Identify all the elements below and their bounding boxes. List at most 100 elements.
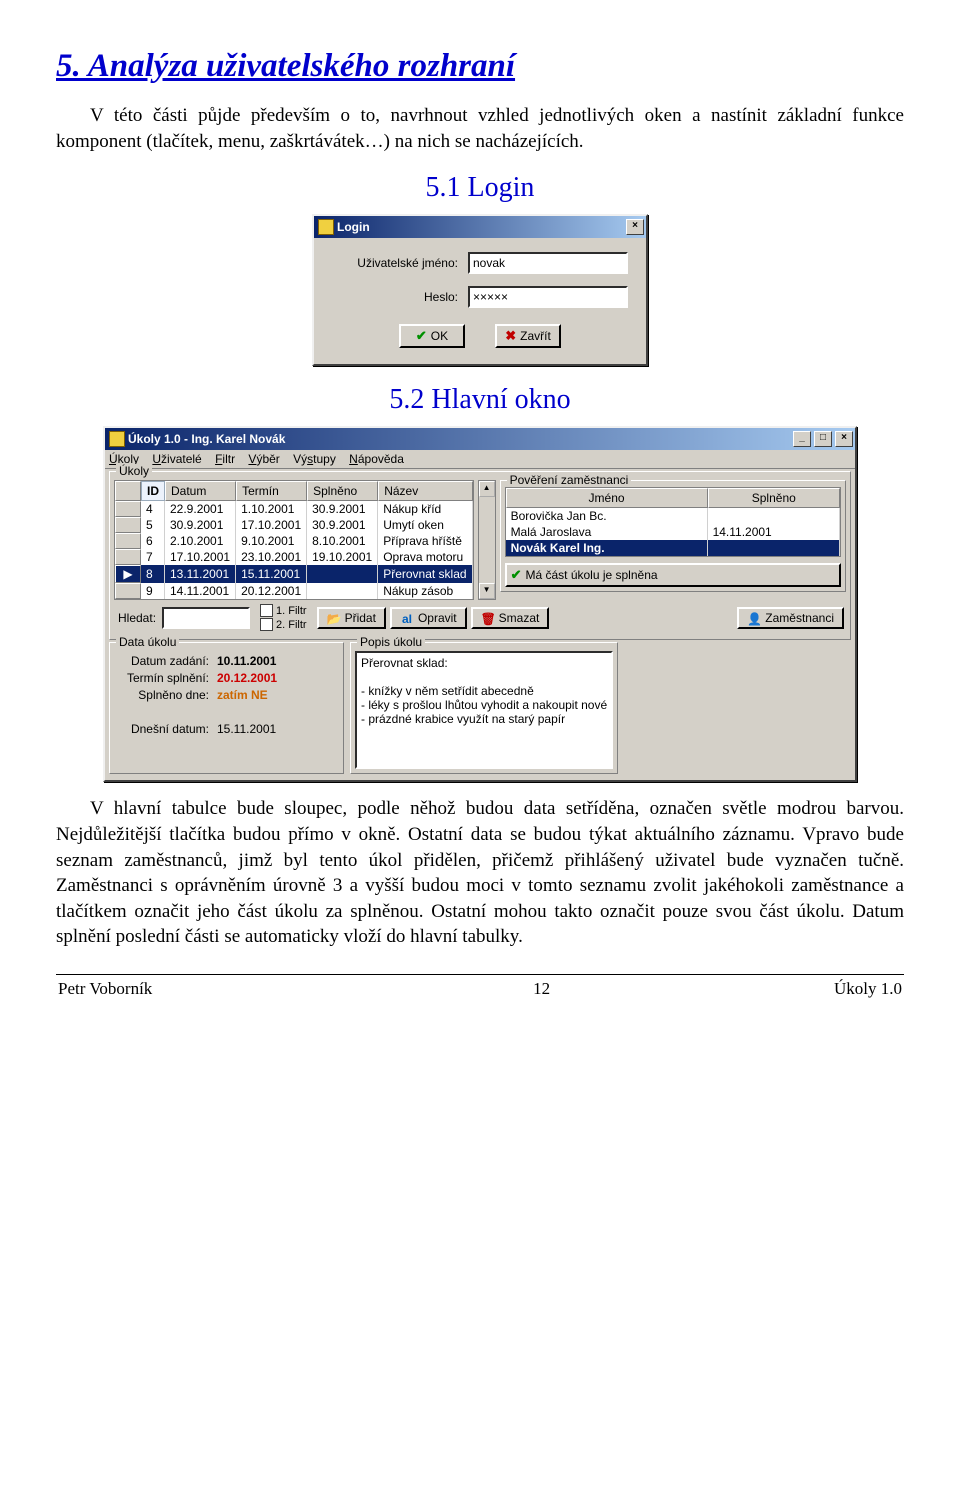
employees-label: Zaměstnanci: [765, 611, 834, 625]
checkbox-icon: [260, 618, 273, 631]
col-nazev[interactable]: Název: [378, 481, 472, 501]
emp-row[interactable]: Malá Jaroslava14.11.2001: [506, 524, 840, 540]
col-datum[interactable]: Datum: [165, 481, 236, 501]
employees-group-label: Pověření zaměstnanci: [507, 473, 632, 487]
delete-label: Smazat: [499, 611, 540, 625]
table-row[interactable]: 62.10.20019.10.20018.10.2001Příprava hří…: [115, 533, 473, 549]
paragraph-intro: V této části půjde především o to, navrh…: [56, 103, 904, 154]
ok-button[interactable]: ✔OK: [399, 324, 465, 348]
row-marker: [115, 501, 141, 517]
main-title: Úkoly 1.0 - Ing. Karel Novák: [128, 432, 790, 446]
delete-button[interactable]: 🗑Smazat: [471, 607, 550, 629]
heading-login: 5.1 Login: [56, 172, 904, 204]
employees-group: Pověření zaměstnanci Jméno Splněno Borov…: [500, 480, 846, 592]
col-splneno[interactable]: Splněno: [307, 481, 378, 501]
check-icon: ✔: [511, 567, 522, 583]
edit-label: Opravit: [418, 611, 457, 625]
close-button[interactable]: ✖ Zavřít: [495, 324, 561, 348]
username-label: Uživatelské jméno:: [328, 256, 468, 270]
close-icon[interactable]: ×: [626, 219, 644, 235]
filter2-checkbox[interactable]: 2. Filtr: [260, 618, 307, 631]
data-splneno-value: zatím NE: [217, 688, 268, 702]
close-icon[interactable]: ×: [835, 431, 853, 447]
mark-done-button[interactable]: ✔ Má část úkolu je splněna: [505, 563, 841, 587]
task-desc-text: Přerovnat sklad: - knížky v něm setřídit…: [355, 651, 613, 769]
folder-plus-icon: 📂: [327, 612, 341, 624]
menu-uzivatele[interactable]: Uživatelé: [152, 452, 201, 466]
table-row[interactable]: 717.10.200123.10.200119.10.2001Oprava mo…: [115, 549, 473, 565]
task-desc-group: Popis úkolu Přerovnat sklad: - knížky v …: [350, 642, 618, 774]
footer-author: Petr Voborník: [58, 979, 500, 999]
data-zadani-value: 10.11.2001: [217, 654, 276, 668]
table-row[interactable]: ▶813.11.200115.11.2001Přerovnat sklad: [115, 565, 473, 583]
employees-table[interactable]: Jméno Splněno Borovička Jan Bc. Malá Jar…: [505, 487, 841, 557]
tasks-scrollbar[interactable]: ▲ ▼: [478, 480, 496, 600]
search-input[interactable]: [162, 607, 250, 629]
menubar: Úkoly Uživatelé Filtr Výběr Výstupy Nápo…: [105, 450, 855, 469]
heading-section: 5. Analýza uživatelského rozhraní: [56, 48, 904, 85]
search-label: Hledat:: [118, 611, 156, 625]
table-row[interactable]: 530.9.200117.10.200130.9.2001Umytí oken: [115, 517, 473, 533]
edit-button[interactable]: aI Opravit: [390, 607, 467, 629]
desc-line: - prázdné krabice využít na starý papír: [361, 712, 607, 726]
footer-project: Úkoly 1.0: [583, 979, 902, 999]
data-termin-label: Termín splnění:: [114, 671, 209, 685]
data-dnes-value: 15.11.2001: [217, 722, 276, 736]
x-icon: ✖: [505, 328, 516, 344]
tasks-table[interactable]: ID Datum Termín Splněno Název 422.9.2001…: [114, 480, 474, 600]
task-data-label: Data úkolu: [116, 635, 179, 649]
col-id[interactable]: ID: [141, 481, 165, 501]
emp-col-name[interactable]: Jméno: [506, 488, 708, 508]
desc-line: - knížky v něm setřídit abecedně: [361, 684, 607, 698]
tasks-table-wrap: ID Datum Termín Splněno Název 422.9.2001…: [114, 480, 474, 600]
scroll-up-icon[interactable]: ▲: [479, 481, 495, 497]
row-marker: [115, 549, 141, 565]
scroll-down-icon[interactable]: ▼: [479, 583, 495, 599]
data-zadani-label: Datum zadání:: [114, 654, 209, 668]
emp-row[interactable]: Borovička Jan Bc.: [506, 508, 840, 524]
main-titlebar: Úkoly 1.0 - Ing. Karel Novák _ □ ×: [105, 428, 855, 450]
footer-page: 12: [502, 979, 582, 999]
app-icon: [318, 219, 334, 235]
menu-napoveda[interactable]: Nápověda: [349, 452, 404, 466]
task-desc-label: Popis úkolu: [357, 635, 425, 649]
login-titlebar: Login ×: [314, 216, 646, 238]
mark-done-label: Má část úkolu je splněna: [525, 568, 657, 582]
emp-row-current-user[interactable]: Novák Karel Ing.: [506, 540, 840, 556]
password-label: Heslo:: [328, 290, 468, 304]
edit-icon: aI: [400, 612, 414, 624]
main-window: Úkoly 1.0 - Ing. Karel Novák _ □ × Úkoly…: [103, 426, 857, 782]
app-icon: [109, 431, 125, 447]
menu-filtr[interactable]: Filtr: [215, 452, 235, 466]
menu-vyber[interactable]: Výběr: [248, 452, 279, 466]
maximize-icon[interactable]: □: [814, 431, 832, 447]
person-icon: 👤: [747, 612, 761, 624]
menu-vystupy[interactable]: Výstupy: [293, 452, 336, 466]
minimize-icon[interactable]: _: [793, 431, 811, 447]
emp-col-done[interactable]: Splněno: [708, 488, 840, 508]
username-input[interactable]: [468, 252, 628, 274]
tasks-group-label: Úkoly: [116, 464, 152, 478]
login-title: Login: [337, 220, 623, 234]
add-button[interactable]: 📂 Přidat: [317, 607, 386, 629]
password-input[interactable]: [468, 286, 628, 308]
login-window: Login × Uživatelské jméno: Heslo: ✔OK ✖ Z…: [312, 214, 648, 366]
col-termin[interactable]: Termín: [236, 481, 307, 501]
employees-button[interactable]: 👤 Zaměstnanci: [737, 607, 844, 629]
checkbox-icon: [260, 604, 273, 617]
filter1-checkbox[interactable]: 1. Filtr: [260, 604, 307, 617]
task-data-group: Data úkolu Datum zadání:10.11.2001 Termí…: [109, 642, 344, 774]
table-row[interactable]: 914.11.200120.12.2001Nákup zásob: [115, 583, 473, 599]
heading-main-window: 5.2 Hlavní okno: [56, 384, 904, 416]
data-termin-value: 20.12.2001: [217, 671, 277, 685]
data-dnes-label: Dnešní datum:: [114, 722, 209, 736]
table-row[interactable]: 422.9.20011.10.200130.9.2001Nákup kříd: [115, 501, 473, 517]
paragraph-main: V hlavní tabulce bude sloupec, podle něh…: [56, 796, 904, 950]
data-splneno-label: Splněno dne:: [114, 688, 209, 702]
add-label: Přidat: [345, 611, 376, 625]
row-marker: ▶: [115, 565, 141, 583]
desc-title: Přerovnat sklad:: [361, 656, 607, 670]
close-label: Zavřít: [520, 329, 551, 343]
page-footer: Petr Voborník 12 Úkoly 1.0: [56, 974, 904, 1001]
row-marker: [115, 517, 141, 533]
